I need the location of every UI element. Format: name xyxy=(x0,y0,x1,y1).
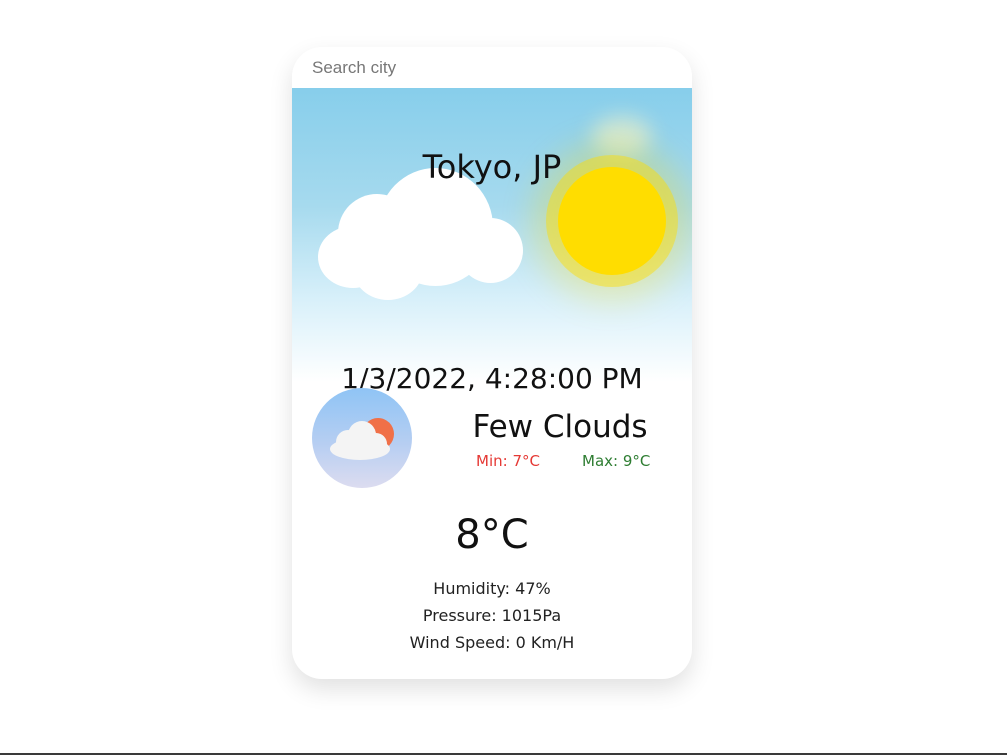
few-clouds-icon-graphic xyxy=(330,418,394,460)
weather-card: Tokyo, JP 1/3/2022, 4:28:00 PM Few Cloud… xyxy=(292,47,692,679)
cloud-icon xyxy=(318,168,523,300)
city-search-input[interactable] xyxy=(292,47,692,88)
pressure-value: Pressure: 1015Pa xyxy=(422,606,562,625)
min-temperature: Min: 7°C xyxy=(476,452,540,470)
few-clouds-icon xyxy=(312,388,412,488)
humidity-value: Humidity: 47% xyxy=(433,579,551,598)
wind-speed-value: Wind Speed: 0 Km/H xyxy=(409,633,575,652)
max-temperature: Max: 9°C xyxy=(582,452,651,470)
sky-banner: Tokyo, JP 1/3/2022, 4:28:00 PM xyxy=(292,88,692,395)
weather-description: Few Clouds xyxy=(472,409,648,445)
current-temperature: 8°C xyxy=(455,512,529,558)
city-name: Tokyo, JP xyxy=(422,148,562,186)
